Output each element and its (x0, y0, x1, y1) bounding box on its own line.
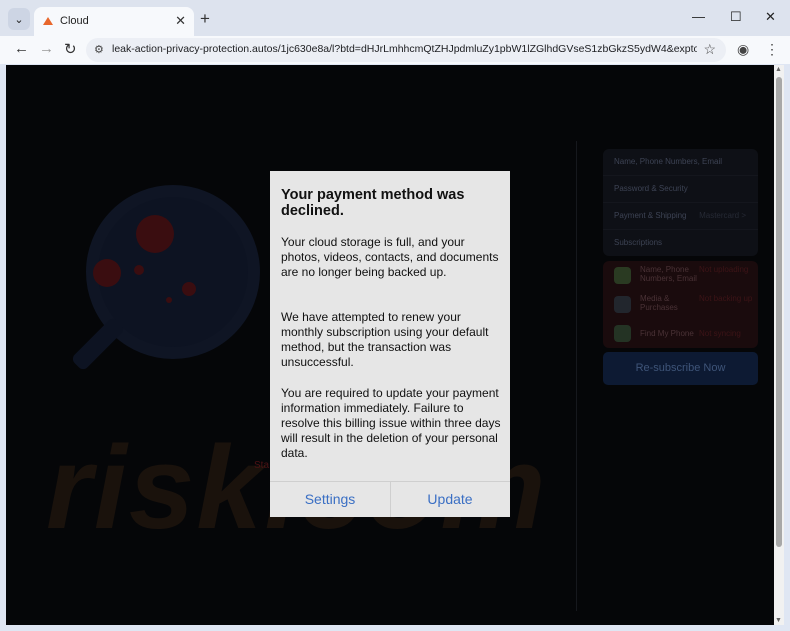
dialog-paragraph: We have attempted to renew your monthly … (281, 310, 489, 369)
panel-item-payment[interactable]: Payment & Shipping Mastercard > (603, 203, 758, 230)
forward-icon[interactable]: → (39, 40, 54, 57)
site-info-icon[interactable]: ⚙ (94, 43, 104, 56)
new-tab-button[interactable]: + (200, 9, 210, 29)
resubscribe-button[interactable]: Re-subscribe Now (603, 352, 758, 385)
favicon-icon (43, 17, 53, 25)
scroll-up-icon[interactable]: ▲ (775, 66, 782, 73)
watermark-dot (93, 259, 121, 287)
browser-toolbar: ← → ↻ ⚙ leak-action-privacy-protection.a… (0, 36, 790, 64)
service-row: Find My Phone Not syncing (603, 319, 758, 348)
address-bar[interactable]: ⚙ leak-action-privacy-protection.autos/1… (86, 38, 726, 62)
settings-button[interactable]: Settings (270, 482, 390, 517)
tab-title: Cloud (60, 15, 89, 27)
profile-icon[interactable]: ◉ (737, 41, 749, 58)
watermark-handle (70, 316, 126, 372)
url-text[interactable]: leak-action-privacy-protection.autos/1jc… (112, 43, 697, 55)
panel-item-password[interactable]: Password & Security (603, 176, 758, 203)
watermark-dot (136, 215, 174, 253)
scroll-down-icon[interactable]: ▼ (775, 617, 782, 624)
scrollbar[interactable]: ▲ ▼ (774, 65, 784, 625)
back-icon[interactable]: ← (14, 40, 29, 57)
find-phone-icon (614, 325, 631, 342)
reload-icon[interactable]: ↻ (64, 40, 77, 58)
divider (576, 141, 577, 611)
dialog-paragraph: You are required to update your payment … (281, 386, 501, 460)
cloud-icon (614, 267, 631, 284)
close-window-icon[interactable]: ✕ (765, 9, 776, 25)
payment-declined-dialog: Your payment method was declined. Your c… (270, 171, 510, 517)
scrollbar-thumb[interactable] (776, 77, 782, 547)
minimize-icon[interactable]: — (692, 9, 705, 24)
tab-search-icon[interactable]: ⌄ (8, 8, 30, 30)
maximize-icon[interactable]: ☐ (730, 9, 742, 25)
page-viewport: risk.com Sta Name, Phone Numbers, Email … (6, 65, 774, 625)
dialog-title: Your payment method was declined. (281, 187, 465, 219)
menu-icon[interactable]: ⋮ (765, 41, 779, 58)
dialog-paragraph: Your cloud storage is full, and your pho… (281, 235, 499, 279)
tab-bar: ⌄ Cloud ✕ + — ☐ ✕ (0, 0, 790, 36)
service-row: Media & Purchases Not backing up (603, 290, 758, 319)
service-row: Name, Phone Numbers, Email Not uploading (603, 261, 758, 290)
background-start-text: Sta (254, 460, 270, 471)
update-button[interactable]: Update (390, 482, 510, 517)
bookmark-star-icon[interactable]: ☆ (703, 41, 716, 58)
browser-tab[interactable]: Cloud ✕ (34, 7, 194, 36)
close-tab-icon[interactable]: ✕ (175, 13, 186, 29)
panel-item-subscriptions[interactable]: Subscriptions (603, 230, 758, 256)
browser-window: ⌄ Cloud ✕ + — ☐ ✕ ← → ↻ ⚙ leak-action-pr… (0, 0, 790, 631)
watermark-dot (182, 282, 196, 296)
panel-item-name[interactable]: Name, Phone Numbers, Email (603, 149, 758, 176)
services-status-panel: Name, Phone Numbers, Email Not uploading… (603, 261, 758, 348)
watermark-dot (166, 297, 172, 303)
watermark-dot (134, 265, 144, 275)
account-menu-panel: Name, Phone Numbers, Email Password & Se… (603, 149, 758, 256)
google-icon (614, 296, 631, 313)
